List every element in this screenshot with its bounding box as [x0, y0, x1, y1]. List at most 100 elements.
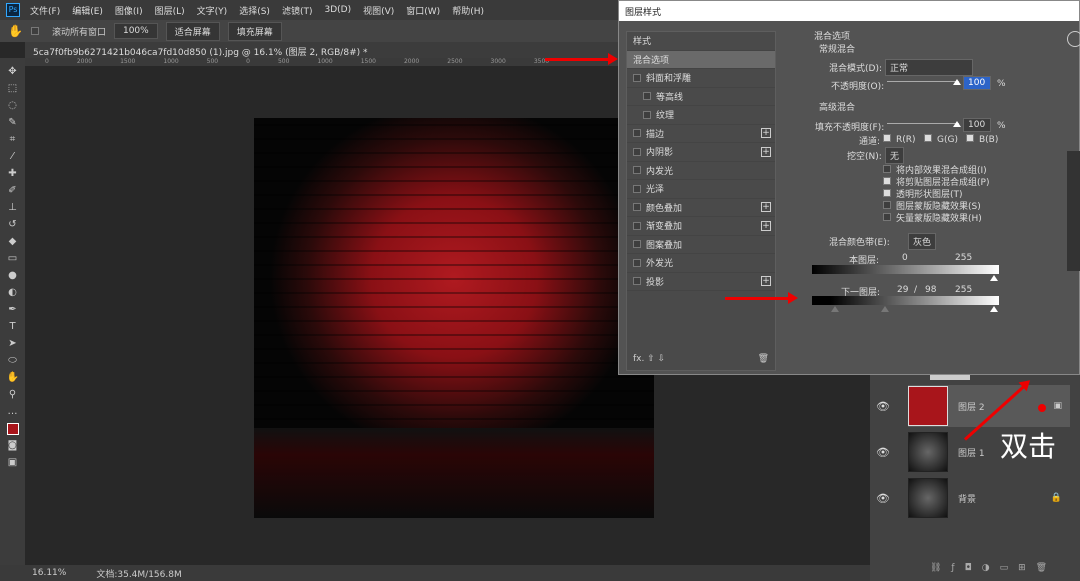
add-icon: +: [761, 220, 771, 231]
menu-window[interactable]: 窗口(W): [406, 4, 440, 17]
menu-image[interactable]: 图像(I): [115, 4, 143, 17]
style-bevel-emboss[interactable]: 斜面和浮雕: [627, 69, 775, 88]
hand-tool-icon[interactable]: ✋: [7, 372, 19, 384]
style-color-overlay[interactable]: 颜色叠加 +: [627, 199, 775, 217]
underlying-white-handle[interactable]: [990, 306, 998, 312]
crop-tool-icon[interactable]: ⌗: [7, 134, 19, 146]
layer-row-background[interactable]: 👁 背景 🔒: [876, 477, 1070, 519]
pen-tool-icon[interactable]: ✒: [7, 304, 19, 316]
opacity-slider-handle[interactable]: [953, 79, 961, 85]
lasso-tool-icon[interactable]: ◌: [7, 100, 19, 112]
fill-opacity-slider[interactable]: [887, 123, 959, 124]
layer-name[interactable]: 背景: [958, 492, 976, 505]
channel-b-checkbox[interactable]: B(B): [966, 134, 998, 145]
blend-mode-select[interactable]: 正常: [885, 59, 973, 76]
style-outer-glow[interactable]: 外发光: [627, 254, 775, 273]
dodge-tool-icon[interactable]: ◐: [7, 287, 19, 299]
underlying-split-handle-left[interactable]: [831, 306, 839, 312]
style-satin[interactable]: 光泽: [627, 180, 775, 199]
marquee-tool-icon[interactable]: ⬚: [7, 83, 19, 95]
zoom-tool-icon[interactable]: ⚲: [7, 389, 19, 401]
blur-tool-icon[interactable]: ●: [7, 270, 19, 282]
layer-name[interactable]: 图层 1: [958, 446, 985, 459]
blend-if-select[interactable]: 灰色: [908, 233, 937, 250]
underlying-high: 255: [955, 285, 973, 295]
opacity-slider[interactable]: [887, 81, 959, 82]
quick-select-tool-icon[interactable]: ✎: [7, 117, 19, 129]
zoom-level[interactable]: 16.11%: [32, 568, 66, 578]
zoom-100-button[interactable]: 100%: [113, 23, 158, 39]
visibility-eye-icon[interactable]: 👁: [876, 400, 890, 413]
eraser-tool-icon[interactable]: ◆: [7, 236, 19, 248]
hand-tool-icon[interactable]: ✋: [8, 24, 23, 38]
history-brush-icon[interactable]: ↺: [7, 219, 19, 231]
fx-button[interactable]: fx. ⇧ ⇩: [633, 354, 665, 364]
tools-panel: ✥ ⬚ ◌ ✎ ⌗ ⁄ ✚ ✐ ⊥ ↺ ◆ ▭ ● ◐ ✒ T ➤ ⬭ ✋ ⚲ …: [0, 58, 25, 565]
canvas-image-red-brick-wall[interactable]: [254, 118, 654, 518]
visibility-eye-icon[interactable]: 👁: [876, 492, 890, 505]
path-select-icon[interactable]: ➤: [7, 338, 19, 350]
opacity-input[interactable]: 100: [963, 76, 991, 90]
fill-opacity-handle[interactable]: [953, 121, 961, 127]
menu-select[interactable]: 选择(S): [239, 4, 270, 17]
annotation-arrow: [725, 292, 798, 304]
style-inner-glow[interactable]: 内发光: [627, 162, 775, 180]
underlying-split-handle-right[interactable]: [881, 306, 889, 312]
style-inner-shadow[interactable]: 内阴影 +: [627, 143, 775, 162]
styles-header[interactable]: 样式: [627, 32, 775, 51]
menu-view[interactable]: 视图(V): [363, 4, 394, 17]
this-layer-white-handle[interactable]: [990, 275, 998, 281]
knockout-label: 挖空(N):: [847, 152, 882, 162]
ruler-tick: 1000: [163, 58, 179, 65]
trash-icon[interactable]: 🗑: [758, 354, 769, 364]
ruler-tick: 2000: [76, 58, 93, 65]
visibility-eye-icon[interactable]: 👁: [876, 446, 890, 459]
ruler-tick: 2000: [403, 58, 420, 65]
menu-type[interactable]: 文字(Y): [197, 4, 228, 17]
fill-opacity-input[interactable]: 100: [963, 118, 991, 132]
option-vector-mask-hides[interactable]: 矢量蒙版隐藏效果(H): [883, 211, 982, 224]
brush-tool-icon[interactable]: ✐: [7, 185, 19, 197]
gradient-tool-icon[interactable]: ▭: [7, 253, 19, 265]
menu-filter[interactable]: 滤镜(T): [282, 4, 313, 17]
style-gradient-overlay[interactable]: 渐变叠加 +: [627, 217, 775, 236]
underlying-low: 29: [897, 285, 909, 295]
style-drop-shadow[interactable]: 投影 +: [627, 273, 775, 291]
scroll-all-checkbox[interactable]: [30, 27, 39, 35]
ok-button[interactable]: [1067, 31, 1080, 47]
style-texture[interactable]: 纹理: [627, 106, 775, 125]
screen-mode-icon[interactable]: ▣: [7, 457, 19, 469]
fill-screen-button[interactable]: 填充屏幕: [227, 21, 282, 41]
foreground-color-swatch[interactable]: [6, 423, 19, 435]
document-tab[interactable]: 5ca7f0fb9b6271421b046ca7fd10d850 (1).jpg…: [25, 42, 620, 58]
style-contour[interactable]: 等高线: [627, 88, 775, 106]
style-pattern-overlay[interactable]: 图案叠加: [627, 236, 775, 254]
menu-help[interactable]: 帮助(H): [452, 4, 484, 17]
channel-g-checkbox[interactable]: G(G): [924, 134, 958, 145]
menu-3d[interactable]: 3D(D): [324, 5, 351, 15]
fit-screen-button[interactable]: 适合屏幕: [165, 21, 220, 41]
ruler-tick: 0: [246, 58, 250, 65]
menu-edit[interactable]: 编辑(E): [72, 4, 103, 17]
layer-name[interactable]: 图层 2: [958, 400, 985, 413]
annotation-double-click: 双击: [1000, 430, 1057, 463]
section-blending-options: 混合选项: [814, 32, 851, 42]
style-blending-options[interactable]: 混合选项: [627, 50, 775, 69]
menu-layer[interactable]: 图层(L): [155, 4, 185, 17]
healing-tool-icon[interactable]: ✚: [7, 168, 19, 180]
quick-mask-icon[interactable]: ◙: [7, 440, 19, 452]
more-tools-icon[interactable]: …: [7, 406, 19, 418]
add-icon: +: [761, 202, 771, 213]
type-tool-icon[interactable]: T: [7, 321, 19, 333]
menu-file[interactable]: 文件(F): [30, 4, 60, 17]
eyedropper-tool-icon[interactable]: ⁄: [7, 151, 19, 163]
knockout-select[interactable]: 无: [885, 147, 905, 164]
style-stroke[interactable]: 描边 +: [627, 125, 775, 143]
channel-r-checkbox[interactable]: R(R): [883, 134, 916, 145]
shape-tool-icon[interactable]: ⬭: [7, 355, 19, 367]
move-tool-icon[interactable]: ✥: [7, 66, 19, 78]
layers-footer-icons[interactable]: ⛓ƒ◘◑▭⊞🗑: [930, 563, 1057, 573]
this-layer-high: 255: [955, 253, 973, 263]
stamp-tool-icon[interactable]: ⊥: [7, 202, 19, 214]
layer-effects-icon[interactable]: ▣: [1053, 401, 1062, 411]
